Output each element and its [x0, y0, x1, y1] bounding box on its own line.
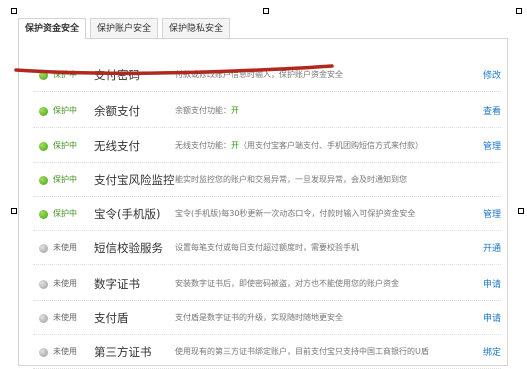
feature-description: 支付盾是数字证书的升级，实现随时随地更安全 — [175, 312, 343, 323]
feature-description: 能实时监控您的账户和交易异常，一旦发现异常，会及时通知到您 — [175, 174, 407, 185]
description-text: 支付盾是数字证书的升级，实现随时随地更安全 — [175, 313, 343, 322]
status-label: 未使用 — [53, 243, 77, 252]
description-text: 能实时监控您的账户和交易异常，一旦发现异常，会及时通知到您 — [175, 175, 407, 184]
status-on-icon — [39, 176, 48, 185]
security-row: 保护中 余额支付 余额支付功能：开 查看 — [33, 94, 501, 128]
status-off-icon — [39, 314, 48, 323]
row-action-link[interactable]: 绑定 — [483, 345, 501, 358]
status-on-icon — [39, 107, 48, 116]
tab-fund-security[interactable]: 保护资金安全 — [18, 18, 87, 39]
description-highlight: 开 — [231, 106, 239, 115]
status-label: 保护中 — [53, 106, 77, 115]
security-row: 未使用 支付盾 支付盾是数字证书的升级，实现随时随地更安全 申请 — [33, 301, 501, 335]
feature-description: 宝令(手机版)每30秒更新一次动态口令，付款时输入可保护资金安全 — [175, 208, 415, 219]
description-highlight: 开 — [231, 141, 239, 150]
feature-name: 无线支付 — [94, 139, 140, 153]
selection-handle-middle-right[interactable] — [518, 208, 524, 214]
hand-drawn-underline-annotation — [14, 64, 334, 75]
tab-privacy-security[interactable]: 保护隐私安全 — [162, 18, 231, 38]
status-label: 保护中 — [53, 175, 77, 184]
selection-handle-top-center[interactable] — [263, 8, 269, 14]
row-action-link[interactable]: 查看 — [483, 104, 501, 117]
description-text: 宝令(手机版)每30秒更新一次动态口令，付款时输入可保护资金安全 — [175, 209, 416, 218]
feature-name: 短信校验服务 — [94, 241, 163, 255]
security-list: 保护中 支付密码 付款或修改账户信息时输入，保护账户资金安全 修改 保护中 余额支付 余额支… — [18, 38, 508, 369]
status-off-icon — [39, 348, 48, 357]
feature-name: 余额支付 — [94, 104, 140, 118]
row-action-link[interactable]: 管理 — [483, 207, 501, 220]
status-off-icon — [39, 244, 48, 253]
feature-description: 余额支付功能：开 — [175, 105, 239, 116]
feature-name: 第三方证书 — [94, 345, 152, 359]
feature-description: 设置每笔支付或每日支付超过额度时，需要校验手机 — [175, 242, 359, 253]
description-text: 安装数字证书后，即使密码被盗，对方也不能使用您的账户资金 — [175, 279, 399, 288]
status-label: 保护中 — [53, 209, 77, 218]
row-action-link[interactable]: 申请 — [483, 277, 501, 290]
selection-handle-top-right[interactable] — [516, 8, 522, 14]
selection-handle-middle-left[interactable] — [11, 208, 17, 214]
feature-description: 安装数字证书后，即使密码被盗，对方也不能使用您的账户资金 — [175, 278, 399, 289]
status-off-icon — [39, 280, 48, 289]
security-row: 保护中 无线支付 无线支付功能：开（用支付宝客户端支付、手机团购短信方式来付款） 管理 — [33, 129, 501, 163]
tab-account-security[interactable]: 保护账户安全 — [90, 18, 159, 38]
feature-name: 宝令(手机版) — [94, 207, 161, 221]
status-label: 未使用 — [53, 347, 77, 356]
status-label: 保护中 — [53, 141, 77, 150]
feature-name: 支付宝风险监控 — [94, 173, 175, 187]
feature-name: 数字证书 — [94, 277, 140, 291]
description-text: 使用现有的第三方证书绑定账户，目前支付宝只支持中国工商银行的U盾 — [175, 347, 429, 356]
security-tabs: 保护资金安全 保护账户安全 保护隐私安全 — [18, 18, 234, 40]
description-text: 设置每笔支付或每日支付超过额度时，需要校验手机 — [175, 243, 359, 252]
description-text: 余额支付功能： — [175, 106, 231, 115]
status-on-icon — [39, 142, 48, 151]
feature-description: 无线支付功能：开（用支付宝客户端支付、手机团购短信方式来付款） — [175, 140, 423, 151]
description-tail: （用支付宝客户端支付、手机团购短信方式来付款） — [239, 141, 423, 150]
status-on-icon — [39, 210, 48, 219]
selection-handle-top-left[interactable] — [11, 8, 17, 14]
row-action-link[interactable]: 修改 — [483, 68, 501, 81]
status-label: 未使用 — [53, 279, 77, 288]
security-row: 未使用 第三方证书 使用现有的第三方证书绑定账户，目前支付宝只支持中国工商银行的U盾… — [33, 335, 501, 369]
feature-name: 支付盾 — [94, 311, 129, 325]
description-text: 无线支付功能： — [175, 141, 231, 150]
security-row: 保护中 支付宝风险监控 能实时监控您的账户和交易异常，一旦发现异常，会及时通知到您 — [33, 163, 501, 197]
feature-description: 使用现有的第三方证书绑定账户，目前支付宝只支持中国工商银行的U盾 — [175, 346, 429, 357]
security-row: 未使用 数字证书 安装数字证书后，即使密码被盗，对方也不能使用您的账户资金 申请 — [33, 267, 501, 301]
security-row: 未使用 短信校验服务 设置每笔支付或每日支付超过额度时，需要校验手机 开通 — [33, 231, 501, 265]
security-row: 保护中 宝令(手机版) 宝令(手机版)每30秒更新一次动态口令，付款时输入可保护资金… — [33, 197, 501, 231]
row-action-link[interactable]: 管理 — [483, 139, 501, 152]
status-label: 未使用 — [53, 313, 77, 322]
row-action-link[interactable]: 申请 — [483, 311, 501, 324]
row-action-link[interactable]: 开通 — [483, 241, 501, 254]
